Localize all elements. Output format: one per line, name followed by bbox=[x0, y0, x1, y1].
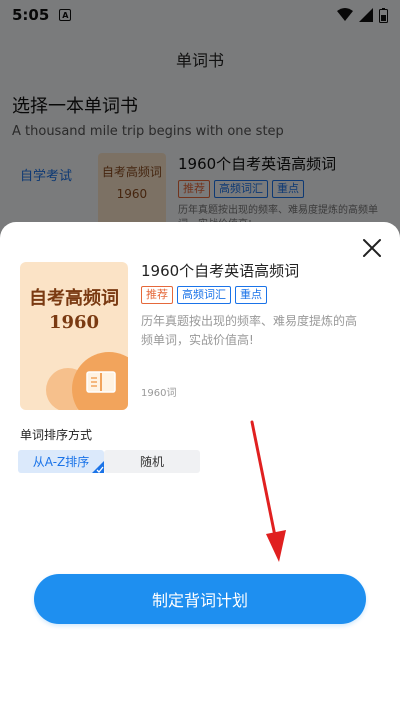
sort-label: 单词排序方式 bbox=[20, 428, 93, 442]
cover-title: 自考高频词 bbox=[29, 288, 119, 309]
sort-option-random[interactable]: 随机 bbox=[104, 450, 200, 473]
book-plan-sheet: 自考高频词 1960 1960个自考英语高频词 推荐 高频词汇 重点 历年真题按… bbox=[0, 222, 400, 711]
sort-option-a-z[interactable]: 从A-Z排序 bbox=[18, 450, 104, 473]
close-icon bbox=[363, 239, 381, 257]
cover-year: 1960 bbox=[48, 312, 100, 333]
sort-option-label: 随机 bbox=[139, 455, 164, 469]
sort-option-label: 从A-Z排序 bbox=[32, 455, 90, 469]
tag-recommended: 推荐 bbox=[141, 286, 173, 304]
book-description: 历年真题按出现的频率、难易度提炼的高频单词，实战价值高! bbox=[141, 314, 358, 347]
book-icon bbox=[86, 371, 116, 393]
make-plan-button[interactable]: 制定背词计划 bbox=[34, 574, 366, 624]
tag-list: 推荐 高频词汇 重点 bbox=[141, 286, 267, 304]
book-cover: 自考高频词 1960 bbox=[20, 262, 128, 410]
sort-options: 从A-Z排序 随机 bbox=[18, 450, 200, 473]
close-button[interactable] bbox=[360, 236, 384, 260]
book-title: 1960个自考英语高频词 bbox=[141, 262, 300, 280]
tag-high-frequency: 高频词汇 bbox=[177, 286, 231, 304]
check-icon bbox=[92, 461, 104, 473]
annotation-arrow-icon bbox=[250, 420, 286, 562]
word-count: 1960词 bbox=[141, 388, 177, 399]
tag-key-point: 重点 bbox=[235, 286, 267, 304]
